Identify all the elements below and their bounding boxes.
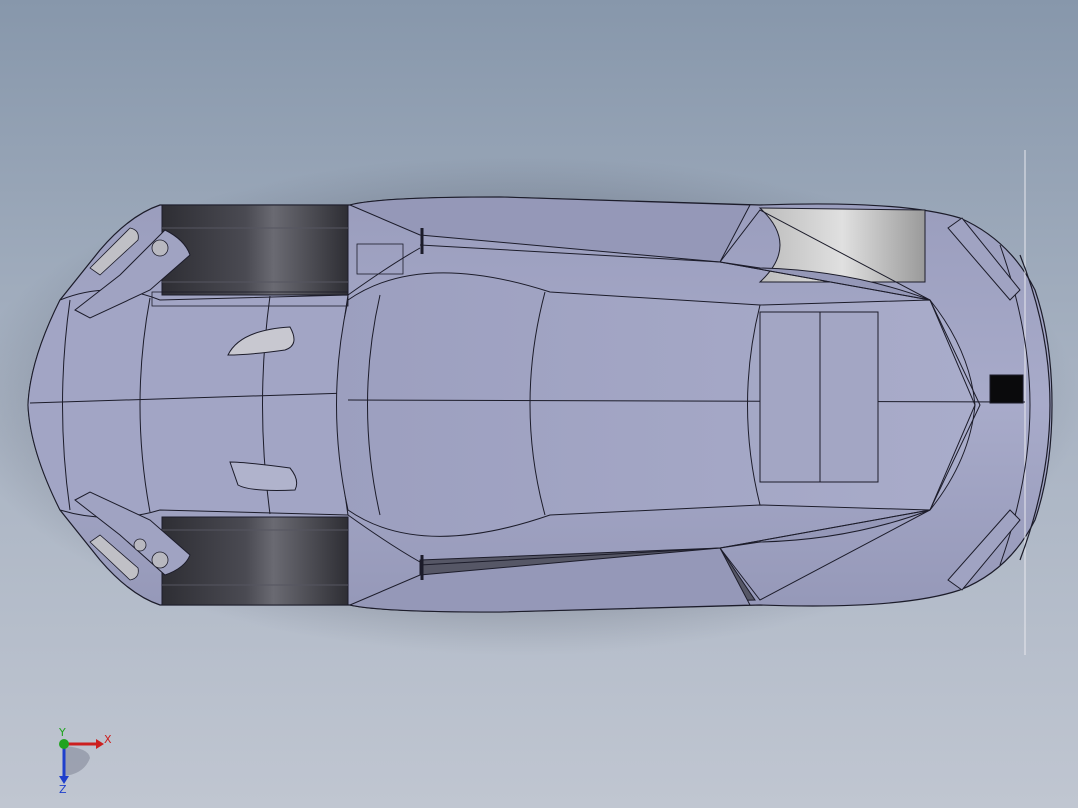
y-axis-label: Y — [58, 726, 66, 739]
x-axis-label: X — [104, 733, 112, 746]
front-hood — [27, 289, 349, 518]
engine-cover — [759, 311, 879, 483]
graphics-viewport[interactable]: X Y Z — [0, 0, 1078, 808]
triad-shadow — [64, 746, 90, 776]
car-model-top-view[interactable] — [0, 0, 1078, 808]
y-axis-marker — [59, 739, 69, 749]
rear-exhaust — [989, 374, 1024, 404]
coordinate-triad: X Y Z — [58, 726, 112, 794]
z-axis-label: Z — [59, 783, 67, 794]
cabin-roof — [336, 272, 976, 537]
